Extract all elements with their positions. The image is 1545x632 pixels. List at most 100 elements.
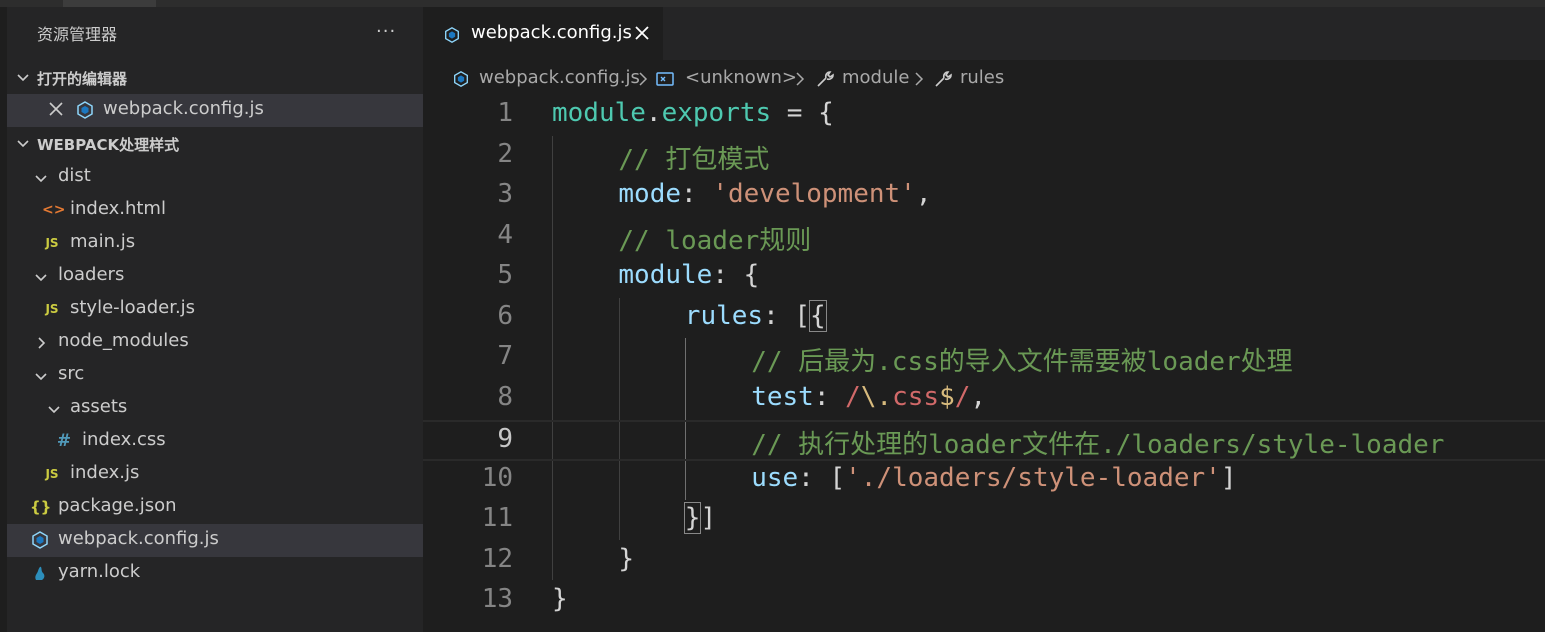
code-line[interactable]: 5 module: {: [423, 258, 1545, 299]
file-index-css[interactable]: # index.css: [7, 425, 423, 458]
code-token: 'development': [712, 179, 916, 209]
file-webpack-config-js[interactable]: webpack.config.js: [7, 524, 423, 557]
code-line[interactable]: 11}]: [423, 501, 1545, 542]
webpack-icon: [445, 27, 459, 43]
line-number: 13: [481, 584, 513, 614]
breadcrumb: webpack.config.js <unknown> module rules: [423, 60, 1545, 96]
code-token: }: [618, 543, 635, 574]
more-actions-button[interactable]: ···: [376, 21, 396, 42]
title-strip: [0, 0, 1545, 7]
code-text: rules: [{: [685, 299, 827, 332]
code-token: :: [681, 179, 713, 209]
file-style-loader-js[interactable]: JS style-loader.js: [7, 293, 423, 326]
code-text: module.exports = {: [552, 98, 834, 128]
code-token: = {: [771, 98, 834, 128]
line-number: 1: [497, 98, 513, 128]
code-line[interactable]: 6 rules: [{: [423, 299, 1545, 340]
chevron-down-icon: [35, 373, 47, 381]
breadcrumb-module[interactable]: module: [842, 67, 909, 88]
folder-node-modules[interactable]: node_modules: [7, 326, 423, 359]
file-yarn-lock[interactable]: yarn.lock: [7, 557, 423, 590]
js-icon: JS: [45, 236, 59, 250]
webpack-icon: [77, 101, 93, 119]
tree-item-label: assets: [70, 396, 128, 417]
code-text: }: [618, 544, 634, 574]
code-text: use: ['./loaders/style-loader']: [751, 463, 1236, 493]
code-line[interactable]: 1 module.exports = {: [423, 96, 1545, 137]
webpack-icon: [454, 71, 468, 87]
css-icon: #: [56, 431, 72, 451]
tree-item-label: index.css: [82, 429, 166, 450]
breadcrumb-unknown[interactable]: <unknown>: [685, 67, 797, 88]
file-index-html[interactable]: <> index.html: [7, 194, 423, 227]
folder-src[interactable]: src: [7, 359, 423, 392]
line-number: 5: [497, 260, 513, 290]
line-number: 9: [497, 424, 513, 454]
code-line[interactable]: 7 // 后最为.css的导入文件需要被loader处理: [423, 339, 1545, 380]
chevron-down-icon: [17, 74, 29, 82]
activity-indicator: [63, 0, 156, 7]
tab-webpack-config[interactable]: webpack.config.js: [423, 7, 663, 60]
code-token: // 后最为.css的导入文件需要被loader处理: [751, 347, 1293, 377]
line-number: 10: [481, 462, 513, 493]
line-number: 3: [497, 179, 513, 209]
line-number: 11: [481, 503, 513, 533]
file-package-json[interactable]: {} package.json: [7, 491, 423, 524]
line-number: 8: [497, 381, 513, 412]
close-icon[interactable]: [633, 24, 651, 42]
code-text: // 后最为.css的导入文件需要被loader处理: [751, 341, 1293, 378]
line-number: 7: [497, 341, 513, 371]
code-token: css: [892, 381, 940, 412]
tree-item-label: yarn.lock: [58, 561, 141, 582]
html-icon: <>: [42, 202, 66, 218]
line-number: 6: [497, 300, 513, 331]
code-text: module: {: [618, 260, 759, 290]
code-line[interactable]: 9 // 执行处理的loader文件在./loaders/style-loader: [423, 420, 1545, 461]
code-editor[interactable]: 1 module.exports = { 2 // 打包模式 3 mode: 'devel…: [423, 96, 1545, 632]
editor-tab-bar: webpack.config.js: [423, 7, 1545, 60]
tree-item-label: style-loader.js: [70, 297, 196, 318]
breadcrumb-rules[interactable]: rules: [960, 67, 1004, 88]
chevron-right-icon: [796, 72, 805, 86]
tree-item-label: src: [58, 363, 85, 384]
open-editors-header[interactable]: 打开的编辑器: [7, 62, 423, 95]
code-text: mode: 'development',: [618, 179, 931, 209]
project-header[interactable]: WEBPACK处理样式: [7, 128, 423, 161]
folder-loaders[interactable]: loaders: [7, 260, 423, 293]
code-line[interactable]: 13}: [423, 582, 1545, 623]
code-line[interactable]: 2 // 打包模式: [423, 137, 1545, 178]
webpack-icon: [32, 531, 48, 549]
folder-assets[interactable]: assets: [7, 392, 423, 425]
code-token: use: [751, 462, 799, 493]
code-token: mode: [618, 179, 682, 209]
js-icon: JS: [45, 467, 59, 481]
file-main-js[interactable]: JS main.js: [7, 227, 423, 260]
tree-item-label: index.html: [70, 198, 166, 219]
code-line[interactable]: 3 mode: 'development',: [423, 177, 1545, 218]
code-token: }: [683, 502, 702, 534]
breadcrumb-file[interactable]: webpack.config.js: [479, 67, 640, 88]
code-token: : [: [798, 462, 846, 493]
code-token: ,: [970, 381, 987, 412]
close-icon[interactable]: [47, 99, 65, 119]
symbol-variable-icon: [656, 72, 674, 86]
file-index-js[interactable]: JS index.js: [7, 458, 423, 491]
folder-dist[interactable]: dist: [7, 161, 423, 194]
code-token: './loaders/style-loader': [845, 462, 1221, 493]
explorer-title: 资源管理器: [37, 25, 118, 44]
open-editor-item[interactable]: webpack.config.js: [7, 94, 423, 127]
chevron-right-icon: [915, 72, 924, 86]
code-token: {: [809, 299, 827, 332]
code-line[interactable]: 12}: [423, 542, 1545, 583]
code-line[interactable]: 10 use: ['./loaders/style-loader']: [423, 461, 1545, 502]
code-line[interactable]: 8 test: /\.css$/,: [423, 380, 1545, 421]
chevron-down-icon: [48, 406, 60, 414]
code-line[interactable]: 4 // loader规则: [423, 218, 1545, 259]
code-token: :: [813, 381, 846, 412]
code-token: ]: [1220, 462, 1237, 493]
tree-item-label: index.js: [70, 462, 140, 483]
code-token: module: [552, 98, 646, 128]
wrench-icon: [817, 71, 834, 87]
project-label: WEBPACK处理样式: [37, 136, 180, 154]
chevron-right-icon: [38, 337, 46, 349]
